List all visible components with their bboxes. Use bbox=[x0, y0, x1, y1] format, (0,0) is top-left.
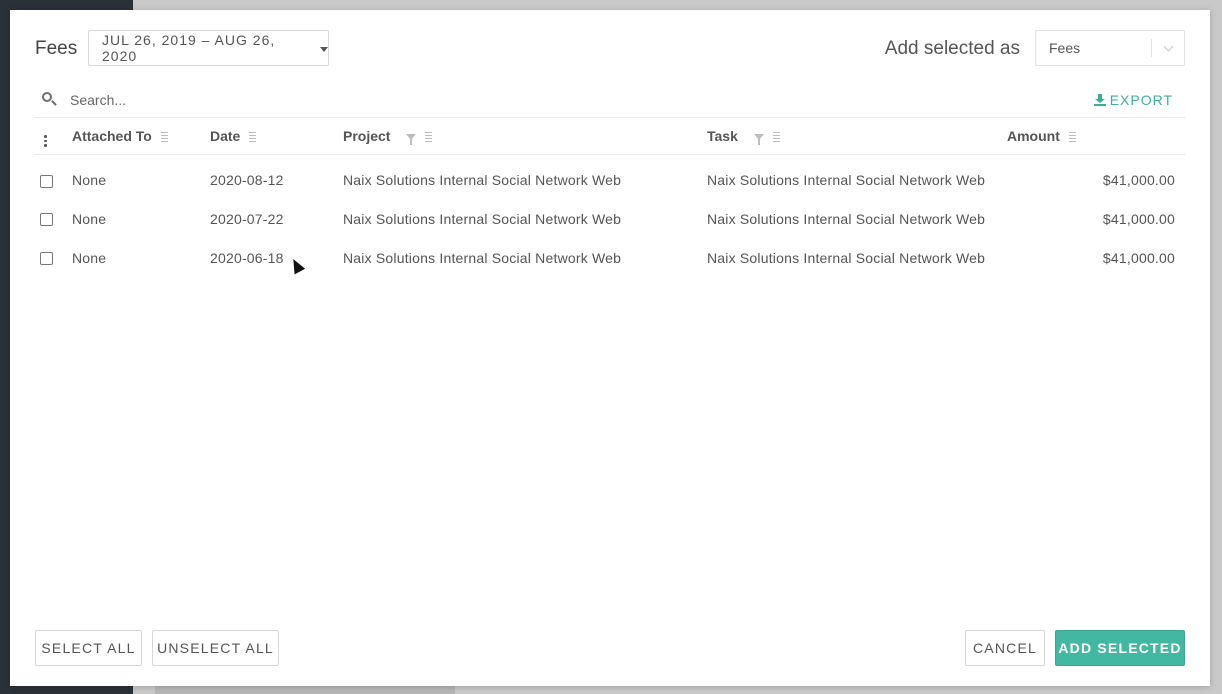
cell-project: Naix Solutions Internal Social Network W… bbox=[343, 171, 622, 188]
column-menu-icon[interactable] bbox=[160, 131, 168, 143]
chevron-down-icon[interactable] bbox=[1152, 41, 1184, 51]
select-all-button[interactable]: SELECT ALL bbox=[35, 630, 142, 666]
column-header-date[interactable]: Date bbox=[210, 118, 343, 155]
cell-amount: $41,000.00 bbox=[1102, 171, 1175, 188]
search-input[interactable] bbox=[70, 91, 670, 108]
cell-attached-to: None bbox=[72, 210, 107, 227]
column-menu-icon[interactable] bbox=[425, 131, 433, 143]
cell-date: 2020-08-12 bbox=[210, 171, 284, 188]
table-row[interactable]: None 2020-08-12 Naix Solutions Internal … bbox=[35, 154, 1185, 199]
filter-icon[interactable] bbox=[753, 134, 764, 146]
table-row[interactable]: None 2020-07-22 Naix Solutions Internal … bbox=[35, 199, 1185, 238]
column-header-task[interactable]: Task bbox=[707, 118, 1007, 155]
cell-date: 2020-06-18 bbox=[210, 249, 284, 266]
cell-task: Naix Solutions Internal Social Network W… bbox=[707, 249, 986, 266]
cell-amount: $41,000.00 bbox=[1102, 249, 1175, 266]
background-content bbox=[155, 686, 455, 694]
table-row[interactable]: None 2020-06-18 Naix Solutions Internal … bbox=[35, 238, 1185, 277]
row-checkbox[interactable] bbox=[40, 252, 53, 266]
export-label: EXPORT bbox=[1109, 91, 1173, 108]
add-selected-as-select[interactable]: Fees bbox=[1035, 30, 1185, 66]
column-header-label: Date bbox=[210, 127, 241, 144]
column-header-attached-to[interactable]: Attached To bbox=[72, 118, 210, 155]
cell-date: 2020-07-22 bbox=[210, 210, 284, 227]
column-header-label: Amount bbox=[1007, 127, 1060, 144]
column-menu-icon[interactable] bbox=[772, 131, 780, 143]
export-button[interactable]: EXPORT bbox=[1093, 91, 1173, 108]
column-header-label: Project bbox=[343, 127, 391, 144]
fees-dialog: Fees JUL 26, 2019 – AUG 26, 2020 Add sel… bbox=[10, 10, 1210, 686]
column-options[interactable] bbox=[35, 118, 72, 155]
row-checkbox[interactable] bbox=[40, 213, 53, 227]
cell-attached-to: None bbox=[72, 249, 107, 266]
cell-project: Naix Solutions Internal Social Network W… bbox=[343, 249, 622, 266]
cell-amount: $41,000.00 bbox=[1102, 210, 1175, 227]
column-menu-icon[interactable] bbox=[1068, 131, 1076, 143]
add-selected-button[interactable]: ADD SELECTED bbox=[1055, 630, 1185, 666]
kebab-menu-icon[interactable] bbox=[44, 135, 47, 147]
search-icon bbox=[40, 90, 60, 110]
add-selected-as-value: Fees bbox=[1049, 40, 1081, 56]
column-header-label: Task bbox=[707, 127, 738, 144]
cancel-button[interactable]: CANCEL bbox=[965, 630, 1045, 666]
cell-task: Naix Solutions Internal Social Network W… bbox=[707, 171, 986, 188]
add-selected-as-label: Add selected as bbox=[884, 38, 1020, 59]
dialog-title: Fees bbox=[35, 38, 78, 59]
column-header-amount[interactable]: Amount bbox=[1007, 118, 1185, 155]
download-icon bbox=[1093, 93, 1106, 106]
search-bar: EXPORT bbox=[35, 82, 1185, 118]
column-header-label: Attached To bbox=[72, 127, 152, 144]
cell-task: Naix Solutions Internal Social Network W… bbox=[707, 210, 986, 227]
unselect-all-button[interactable]: UNSELECT ALL bbox=[152, 630, 279, 666]
cell-attached-to: None bbox=[72, 171, 107, 188]
filter-icon[interactable] bbox=[406, 134, 417, 146]
date-range-label: JUL 26, 2019 – AUG 26, 2020 bbox=[102, 32, 276, 64]
table-header-row: Attached To Date Project Task Amount bbox=[35, 118, 1185, 155]
caret-down-icon bbox=[320, 46, 328, 52]
cell-project: Naix Solutions Internal Social Network W… bbox=[343, 210, 622, 227]
date-range-dropdown[interactable]: JUL 26, 2019 – AUG 26, 2020 bbox=[88, 30, 329, 66]
fees-table: Attached To Date Project Task Amount Non… bbox=[35, 118, 1185, 277]
column-header-project[interactable]: Project bbox=[343, 118, 707, 155]
column-menu-icon[interactable] bbox=[249, 131, 257, 143]
row-checkbox[interactable] bbox=[40, 174, 53, 188]
